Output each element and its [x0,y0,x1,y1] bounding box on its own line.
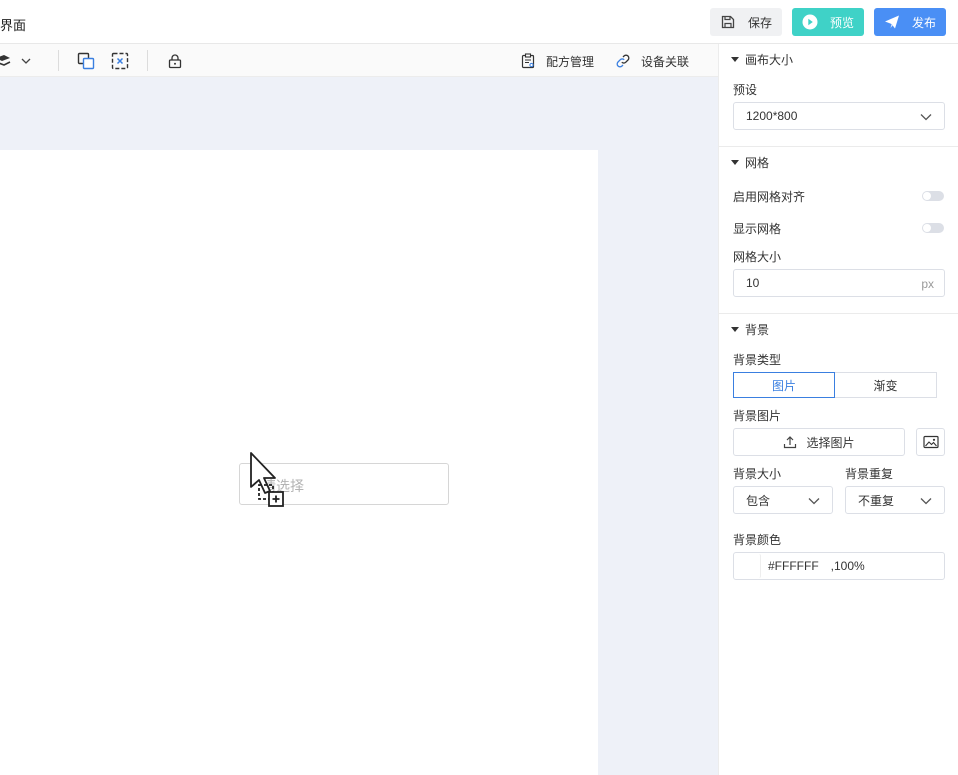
bg-type-image-tab[interactable]: 图片 [733,372,835,398]
link-icon [616,54,630,68]
publish-button[interactable]: 发布 [874,8,946,36]
preset-label: 预设 [733,83,758,97]
divider [719,146,958,147]
group-icon [77,52,95,70]
color-swatch[interactable] [735,554,761,578]
section-background[interactable]: 背景 [731,320,769,338]
header-bar: 界面 保存 预览 发布 [0,0,958,44]
recipe-manage-label: 配方管理 [546,54,595,69]
toolbar-divider [58,50,59,71]
chevron-down-icon [920,114,932,121]
preview-button-label: 预览 [830,15,855,30]
grid-size-unit: px [921,277,934,291]
canvas-toolbar: 配方管理 设备关联 [0,44,718,77]
bg-size-value: 包含 [746,493,771,508]
grid-snap-label: 启用网格对齐 [733,190,806,204]
bg-type-label: 背景类型 [733,353,782,367]
group-button[interactable] [77,51,95,71]
grid-size-value: 10 [746,276,760,290]
device-link-button[interactable]: 设备关联 [615,51,689,71]
upload-icon [784,436,797,449]
recipe-manage-button[interactable]: 配方管理 [520,51,594,71]
ungroup-icon [111,52,129,70]
lock-button[interactable] [167,51,183,71]
grid-size-label: 网格大小 [733,250,782,264]
image-icon [922,435,939,449]
bg-color-label: 背景颜色 [733,533,782,547]
grid-size-input[interactable]: 10 px [733,269,945,297]
choose-image-label: 选择图片 [806,435,855,450]
chevron-down-icon [21,58,31,64]
device-link-label: 设备关联 [641,54,690,69]
save-button-label: 保存 [748,15,773,30]
section-canvas-size[interactable]: 画布大小 [731,50,793,68]
chevron-down-icon [808,498,820,505]
bg-type-gradient-tab[interactable]: 渐变 [835,372,937,398]
lock-icon [168,54,182,69]
send-icon [885,15,899,29]
bg-repeat-label: 背景重复 [845,467,894,481]
grid-snap-toggle[interactable] [922,191,944,201]
play-icon [802,14,818,30]
section-title: 背景 [745,322,770,337]
layer-dropdown[interactable] [0,51,32,71]
bg-color-input[interactable]: #FFFFFF ,100% [733,552,945,580]
grid-show-label: 显示网格 [733,222,782,236]
caret-down-icon [731,56,739,62]
bg-size-select[interactable]: 包含 [733,486,833,514]
preview-button[interactable]: 预览 [792,8,864,36]
publish-button-label: 发布 [912,15,937,30]
artboard[interactable]: 请选择 [0,150,598,775]
canvas-workspace[interactable]: 请选择 [0,77,718,775]
save-button[interactable]: 保存 [710,8,782,36]
bg-repeat-value: 不重复 [858,493,895,508]
bg-opacity-value: ,100% [830,559,865,573]
clipboard-icon [521,53,535,69]
bg-image-label: 背景图片 [733,409,782,423]
drag-copy-cursor-icon [250,452,284,507]
preset-value: 1200*800 [746,109,798,123]
section-grid[interactable]: 网格 [731,153,769,171]
caret-down-icon [731,326,739,332]
section-title: 画布大小 [745,52,794,67]
caret-down-icon [731,159,739,165]
bg-color-value: #FFFFFF [768,559,819,573]
choose-image-button[interactable]: 选择图片 [733,428,905,456]
toolbar-divider [147,50,148,71]
divider [719,313,958,314]
chevron-down-icon [920,498,932,505]
page-title: 界面 [0,18,27,33]
bg-size-label: 背景大小 [733,467,782,481]
image-gallery-button[interactable] [916,428,945,456]
layers-icon [0,55,11,66]
bg-repeat-select[interactable]: 不重复 [845,486,945,514]
section-title: 网格 [745,155,770,170]
ungroup-button[interactable] [111,51,129,71]
property-panel: 画布大小 预设 1200*800 网格 启用网格对齐 显示网格 网格大小 10 … [718,44,958,775]
save-icon [721,15,735,29]
grid-show-toggle[interactable] [922,223,944,233]
preset-select[interactable]: 1200*800 [733,102,945,130]
